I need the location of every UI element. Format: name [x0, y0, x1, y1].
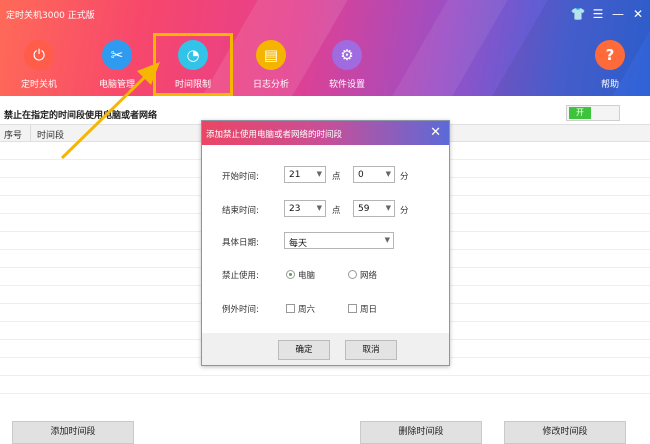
toolbar-item-label: 电脑管理	[98, 80, 135, 90]
start-minute-value: 0	[358, 170, 364, 180]
chevron-down-icon: ▼	[385, 170, 391, 178]
date-value: 每天	[289, 239, 308, 249]
add-period-button[interactable]: 添加时间段	[12, 421, 134, 444]
toolbar-item-label: 定时关机	[20, 80, 57, 90]
banner-decoration	[392, 0, 508, 96]
end-hour-select[interactable]: 23 ▼	[284, 200, 326, 217]
minimize-icon[interactable]: —	[610, 6, 626, 22]
exception-sunday-label: 周日	[360, 305, 378, 315]
column-header-index[interactable]: 序号	[4, 128, 22, 141]
app-title: 定时关机3000 正式版	[6, 11, 95, 21]
end-time-label: 结束时间:	[222, 206, 259, 216]
ok-button[interactable]: 确定	[278, 340, 330, 360]
exception-saturday-checkbox[interactable]	[286, 304, 295, 313]
forbid-network-label: 网络	[360, 271, 378, 281]
list-title: 禁止在指定的时间段使用电脑或者网络	[4, 111, 158, 121]
tools-icon: ✂	[102, 40, 132, 70]
settings-icon: ⚙	[332, 40, 362, 70]
edit-period-button[interactable]: 修改时间段	[504, 421, 626, 444]
log-icon: ▤	[256, 40, 286, 70]
chevron-down-icon: ▼	[385, 204, 391, 212]
forbid-pc-radio[interactable]	[286, 270, 295, 279]
menu-icon[interactable]: ☰	[590, 6, 606, 22]
chevron-down-icon: ▼	[316, 170, 322, 178]
power-icon: ⏻	[24, 40, 54, 70]
toolbar-item-pc-manage[interactable]: ✂ 电脑管理	[82, 40, 152, 90]
exception-sunday-checkbox[interactable]	[348, 304, 357, 313]
end-hour-value: 23	[289, 204, 301, 214]
app-window: 定时关机3000 正式版 👕 ☰ — ✕ ⏻ 定时关机 ✂ 电脑管理 ◔ 时间限…	[0, 0, 650, 444]
start-time-label: 开始时间:	[222, 172, 259, 182]
toolbar-item-settings[interactable]: ⚙ 软件设置	[312, 40, 382, 90]
dialog-title: 添加禁止使用电脑或者网络的时间段	[206, 130, 343, 140]
chevron-down-icon: ▼	[384, 236, 390, 244]
toolbar-item-log[interactable]: ▤ 日志分析	[236, 40, 306, 90]
exception-saturday-label: 周六	[298, 305, 316, 315]
help-icon: ?	[595, 40, 625, 70]
delete-period-button[interactable]: 删除时间段	[360, 421, 482, 444]
enable-toggle[interactable]: 开	[566, 105, 620, 121]
start-minute-select[interactable]: 0 ▼	[353, 166, 395, 183]
toolbar-item-label: 帮助	[600, 80, 619, 90]
hour-unit: 点	[332, 206, 341, 216]
start-hour-value: 21	[289, 170, 301, 180]
date-select[interactable]: 每天 ▼	[284, 232, 394, 249]
column-header-period[interactable]: 时间段	[37, 128, 64, 141]
cancel-button[interactable]: 取消	[345, 340, 397, 360]
toolbar-item-help[interactable]: ? 帮助	[575, 40, 645, 90]
header-banner: 定时关机3000 正式版 👕 ☰ — ✕ ⏻ 定时关机 ✂ 电脑管理 ◔ 时间限…	[0, 0, 650, 96]
hour-unit: 点	[332, 172, 341, 182]
chevron-down-icon: ▼	[316, 204, 322, 212]
toolbar-item-shutdown[interactable]: ⏻ 定时关机	[4, 40, 74, 90]
forbid-label: 禁止使用:	[222, 271, 259, 281]
date-label: 具体日期:	[222, 238, 259, 248]
forbid-pc-label: 电脑	[298, 271, 316, 281]
toolbar-item-label: 软件设置	[328, 80, 365, 90]
shirt-icon[interactable]: 👕	[570, 6, 586, 22]
column-divider	[30, 125, 31, 143]
minute-unit: 分	[400, 172, 409, 182]
end-minute-select[interactable]: 59 ▼	[353, 200, 395, 217]
minute-unit: 分	[400, 206, 409, 216]
dialog-titlebar: 添加禁止使用电脑或者网络的时间段 ✕	[202, 121, 449, 145]
start-hour-select[interactable]: 21 ▼	[284, 166, 326, 183]
toggle-on-label: 开	[569, 107, 591, 119]
close-icon[interactable]: ✕	[430, 125, 441, 140]
end-minute-value: 59	[358, 204, 370, 214]
add-period-dialog: 添加禁止使用电脑或者网络的时间段 ✕ 开始时间: 21 ▼ 点 0 ▼ 分 结束…	[201, 120, 450, 366]
toolbar-item-label: 日志分析	[252, 80, 289, 90]
close-icon[interactable]: ✕	[630, 6, 646, 22]
forbid-network-radio[interactable]	[348, 270, 357, 279]
active-tool-highlight	[153, 33, 233, 96]
exception-label: 例外时间:	[222, 305, 259, 315]
